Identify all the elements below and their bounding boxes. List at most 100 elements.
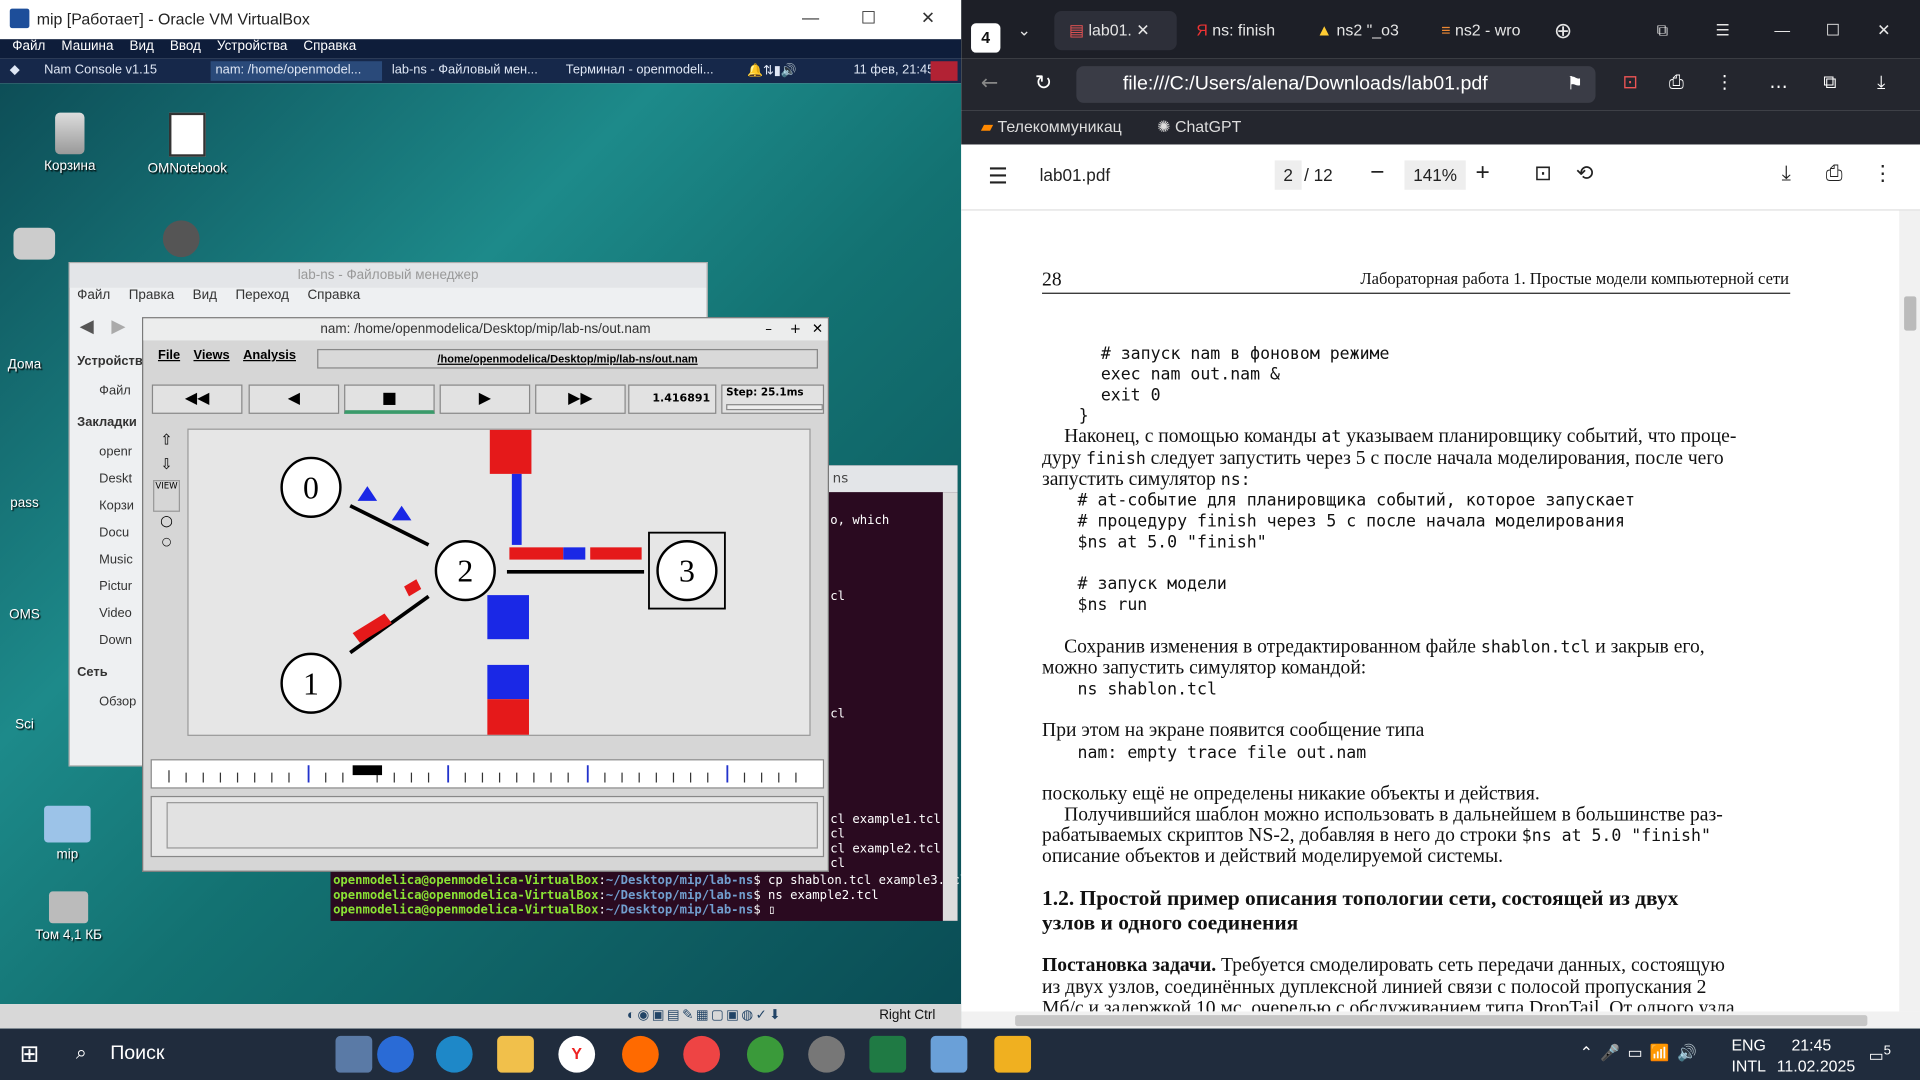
guest-task-terminal[interactable]: Терминал - openmodeli... bbox=[561, 61, 730, 81]
pdf-vertical-scrollbar[interactable] bbox=[1899, 210, 1920, 1012]
desktop-label-pass[interactable]: pass bbox=[0, 496, 61, 511]
nam-annotation-area[interactable] bbox=[150, 795, 825, 858]
minimize-icon[interactable]: — bbox=[802, 7, 819, 27]
zoom-out-icon[interactable]: − bbox=[1370, 159, 1384, 187]
tab-ns2-o3[interactable]: ▲ ns2 "_o3 bbox=[1311, 11, 1424, 50]
vb-menu-devices[interactable]: Устройства bbox=[217, 39, 287, 54]
fm-menu-file[interactable]: Файл bbox=[77, 288, 110, 303]
fm-item-videos[interactable]: Video bbox=[77, 606, 150, 621]
tab-lab01[interactable]: ▤ lab01. ✕ bbox=[1054, 11, 1177, 51]
zoom-input[interactable]: 141% bbox=[1404, 160, 1466, 190]
reload-icon[interactable]: ↻ bbox=[1035, 71, 1052, 95]
taskbar-copilot-icon[interactable] bbox=[377, 1035, 414, 1073]
fm-item-browse-network[interactable]: Обзор bbox=[77, 694, 150, 709]
overflow-icon[interactable]: … bbox=[1769, 71, 1787, 93]
fm-menu-view[interactable]: Вид bbox=[193, 288, 217, 303]
taskbar-time[interactable]: 21:45 bbox=[1791, 1036, 1831, 1054]
desktop-icon-mip[interactable]: mip bbox=[20, 805, 116, 862]
vb-menu-input[interactable]: Ввод bbox=[170, 39, 201, 54]
rewind-button[interactable]: ◀◀ bbox=[151, 384, 243, 414]
pdf-page[interactable]: 28 Лабораторная работа 1. Простые модели… bbox=[961, 210, 1900, 1012]
terminal-scrollbar[interactable] bbox=[942, 492, 958, 921]
fm-item-music[interactable]: Music bbox=[77, 552, 150, 567]
search-icon[interactable]: ⌕ bbox=[76, 1043, 87, 1065]
menu-icon[interactable]: ☰ bbox=[1716, 11, 1730, 50]
fm-menu-go[interactable]: Переход bbox=[235, 288, 289, 303]
circle-tool-icon[interactable]: ○ bbox=[153, 512, 180, 536]
back-icon[interactable]: ← bbox=[981, 71, 998, 95]
download-icon[interactable]: ⤓ bbox=[1877, 71, 1885, 93]
guest-task-nam[interactable]: nam: /home/openmodel... bbox=[210, 61, 383, 81]
collections-icon[interactable]: ⧉ bbox=[1657, 11, 1668, 50]
tab-list-icon[interactable]: ⌄ bbox=[1018, 11, 1031, 50]
fm-menu-edit[interactable]: Правка bbox=[129, 288, 175, 303]
fm-item-desktop[interactable]: Deskt bbox=[77, 471, 150, 486]
print-icon[interactable]: ⎙ bbox=[1826, 162, 1843, 186]
translate-icon[interactable]: ⧉ bbox=[1823, 71, 1836, 93]
taskbar-search-label[interactable]: Поиск bbox=[110, 1043, 164, 1065]
keyboard-layout[interactable]: INTL bbox=[1731, 1057, 1765, 1075]
pdf-menu-icon[interactable]: ☰ bbox=[988, 164, 1008, 190]
guest-task-filemanager[interactable]: lab-ns - Файловый мен... bbox=[387, 61, 556, 81]
taskbar-edge-icon[interactable] bbox=[435, 1035, 473, 1073]
tray-icons[interactable]: ⌃🎤▭📶🔊 bbox=[1580, 1043, 1705, 1063]
download-icon[interactable]: ⤓ bbox=[1782, 162, 1791, 186]
nam-minimize-icon[interactable]: – bbox=[765, 321, 772, 337]
language-code[interactable]: ENG bbox=[1731, 1036, 1765, 1054]
close-tab-icon[interactable]: ✕ bbox=[1136, 21, 1149, 39]
notification-icon[interactable]: ▭5 bbox=[1869, 1043, 1891, 1065]
close-icon[interactable]: ✕ bbox=[1877, 11, 1890, 50]
address-bar[interactable]: file:///C:/Users/alena/Downloads/lab01.p… bbox=[1076, 66, 1596, 103]
page-input[interactable]: 2 bbox=[1274, 160, 1302, 190]
fm-item-documents[interactable]: Docu bbox=[77, 525, 150, 540]
fm-item-trash[interactable]: Корзи bbox=[77, 498, 150, 513]
print-icon[interactable]: ⎙ bbox=[1669, 71, 1684, 93]
device-status-icons[interactable]: ◐◉▣▤✎▦▢▣◍✓⬇ bbox=[627, 1007, 783, 1023]
taskbar-widgets-icon[interactable] bbox=[335, 1035, 373, 1073]
bookmark-telecom[interactable]: ▰ Телекоммуникац bbox=[981, 118, 1122, 138]
fm-item-home[interactable]: openr bbox=[77, 444, 150, 459]
nam-timeline[interactable] bbox=[150, 759, 825, 789]
zoom-out-icon[interactable]: ⇩ bbox=[153, 456, 180, 480]
adblock-icon[interactable]: ⊡ bbox=[1622, 71, 1637, 93]
tab-ns-finish[interactable]: Я ns: finish bbox=[1191, 11, 1304, 50]
taskbar-excel-icon[interactable] bbox=[869, 1035, 907, 1073]
fm-item-filesystem[interactable]: Файл bbox=[77, 383, 150, 398]
back-icon[interactable]: ◀ bbox=[80, 315, 94, 337]
bookmark-chatgpt[interactable]: ✺ ChatGPT bbox=[1157, 118, 1241, 138]
taskbar-date[interactable]: 11.02.2025 bbox=[1777, 1057, 1856, 1075]
nam-canvas[interactable]: 0 1 2 3 bbox=[187, 428, 811, 736]
desktop-icon-filesystem[interactable] bbox=[10, 227, 59, 265]
maximize-icon[interactable]: ☐ bbox=[861, 7, 876, 28]
nam-menu-views[interactable]: Views bbox=[193, 348, 229, 363]
minimize-icon[interactable]: — bbox=[1774, 11, 1790, 50]
taskbar-app-icon[interactable] bbox=[994, 1035, 1032, 1073]
desktop-label-home[interactable]: Дома bbox=[0, 358, 61, 373]
view-icon[interactable]: VIEW bbox=[153, 480, 181, 512]
taskbar-yandex-icon[interactable]: Y bbox=[558, 1035, 596, 1073]
nam-close-icon[interactable]: ✕ bbox=[812, 321, 823, 337]
scroll-thumb[interactable] bbox=[1015, 1015, 1868, 1027]
vb-menu-file[interactable]: Файл bbox=[12, 39, 45, 54]
desktop-icon-volume[interactable]: Том 4,1 КБ bbox=[20, 891, 118, 943]
guest-menu-icon[interactable]: ◆ bbox=[5, 61, 22, 81]
nam-menu-analysis[interactable]: Analysis bbox=[243, 348, 296, 363]
forward-icon[interactable]: ▶ bbox=[111, 315, 125, 337]
pdf-more-icon[interactable]: ⋮ bbox=[1872, 162, 1893, 186]
desktop-icon-app[interactable] bbox=[157, 220, 206, 262]
more-icon[interactable]: ⋮ bbox=[1716, 71, 1734, 93]
windows-start-icon[interactable]: ⊞ bbox=[20, 1041, 39, 1069]
vb-menu-machine[interactable]: Машина bbox=[61, 39, 113, 54]
pdf-horizontal-scrollbar[interactable] bbox=[961, 1011, 1920, 1029]
fast-forward-button[interactable]: ▶▶ bbox=[535, 384, 626, 414]
scroll-thumb[interactable] bbox=[1904, 296, 1917, 331]
taskbar-chrome-icon[interactable] bbox=[683, 1035, 721, 1073]
taskbar-explorer-icon[interactable] bbox=[497, 1035, 534, 1073]
new-tab-icon[interactable]: ⊕ bbox=[1554, 11, 1572, 50]
desktop-icon-trash[interactable]: Корзина bbox=[15, 112, 125, 174]
play-button[interactable]: ▶ bbox=[439, 384, 531, 414]
nam-maximize-icon[interactable]: + bbox=[790, 321, 801, 337]
taskbar-app-icon[interactable] bbox=[622, 1035, 659, 1073]
fm-menu-help[interactable]: Справка bbox=[307, 288, 360, 303]
dot-tool-icon[interactable]: ○ bbox=[153, 536, 180, 560]
